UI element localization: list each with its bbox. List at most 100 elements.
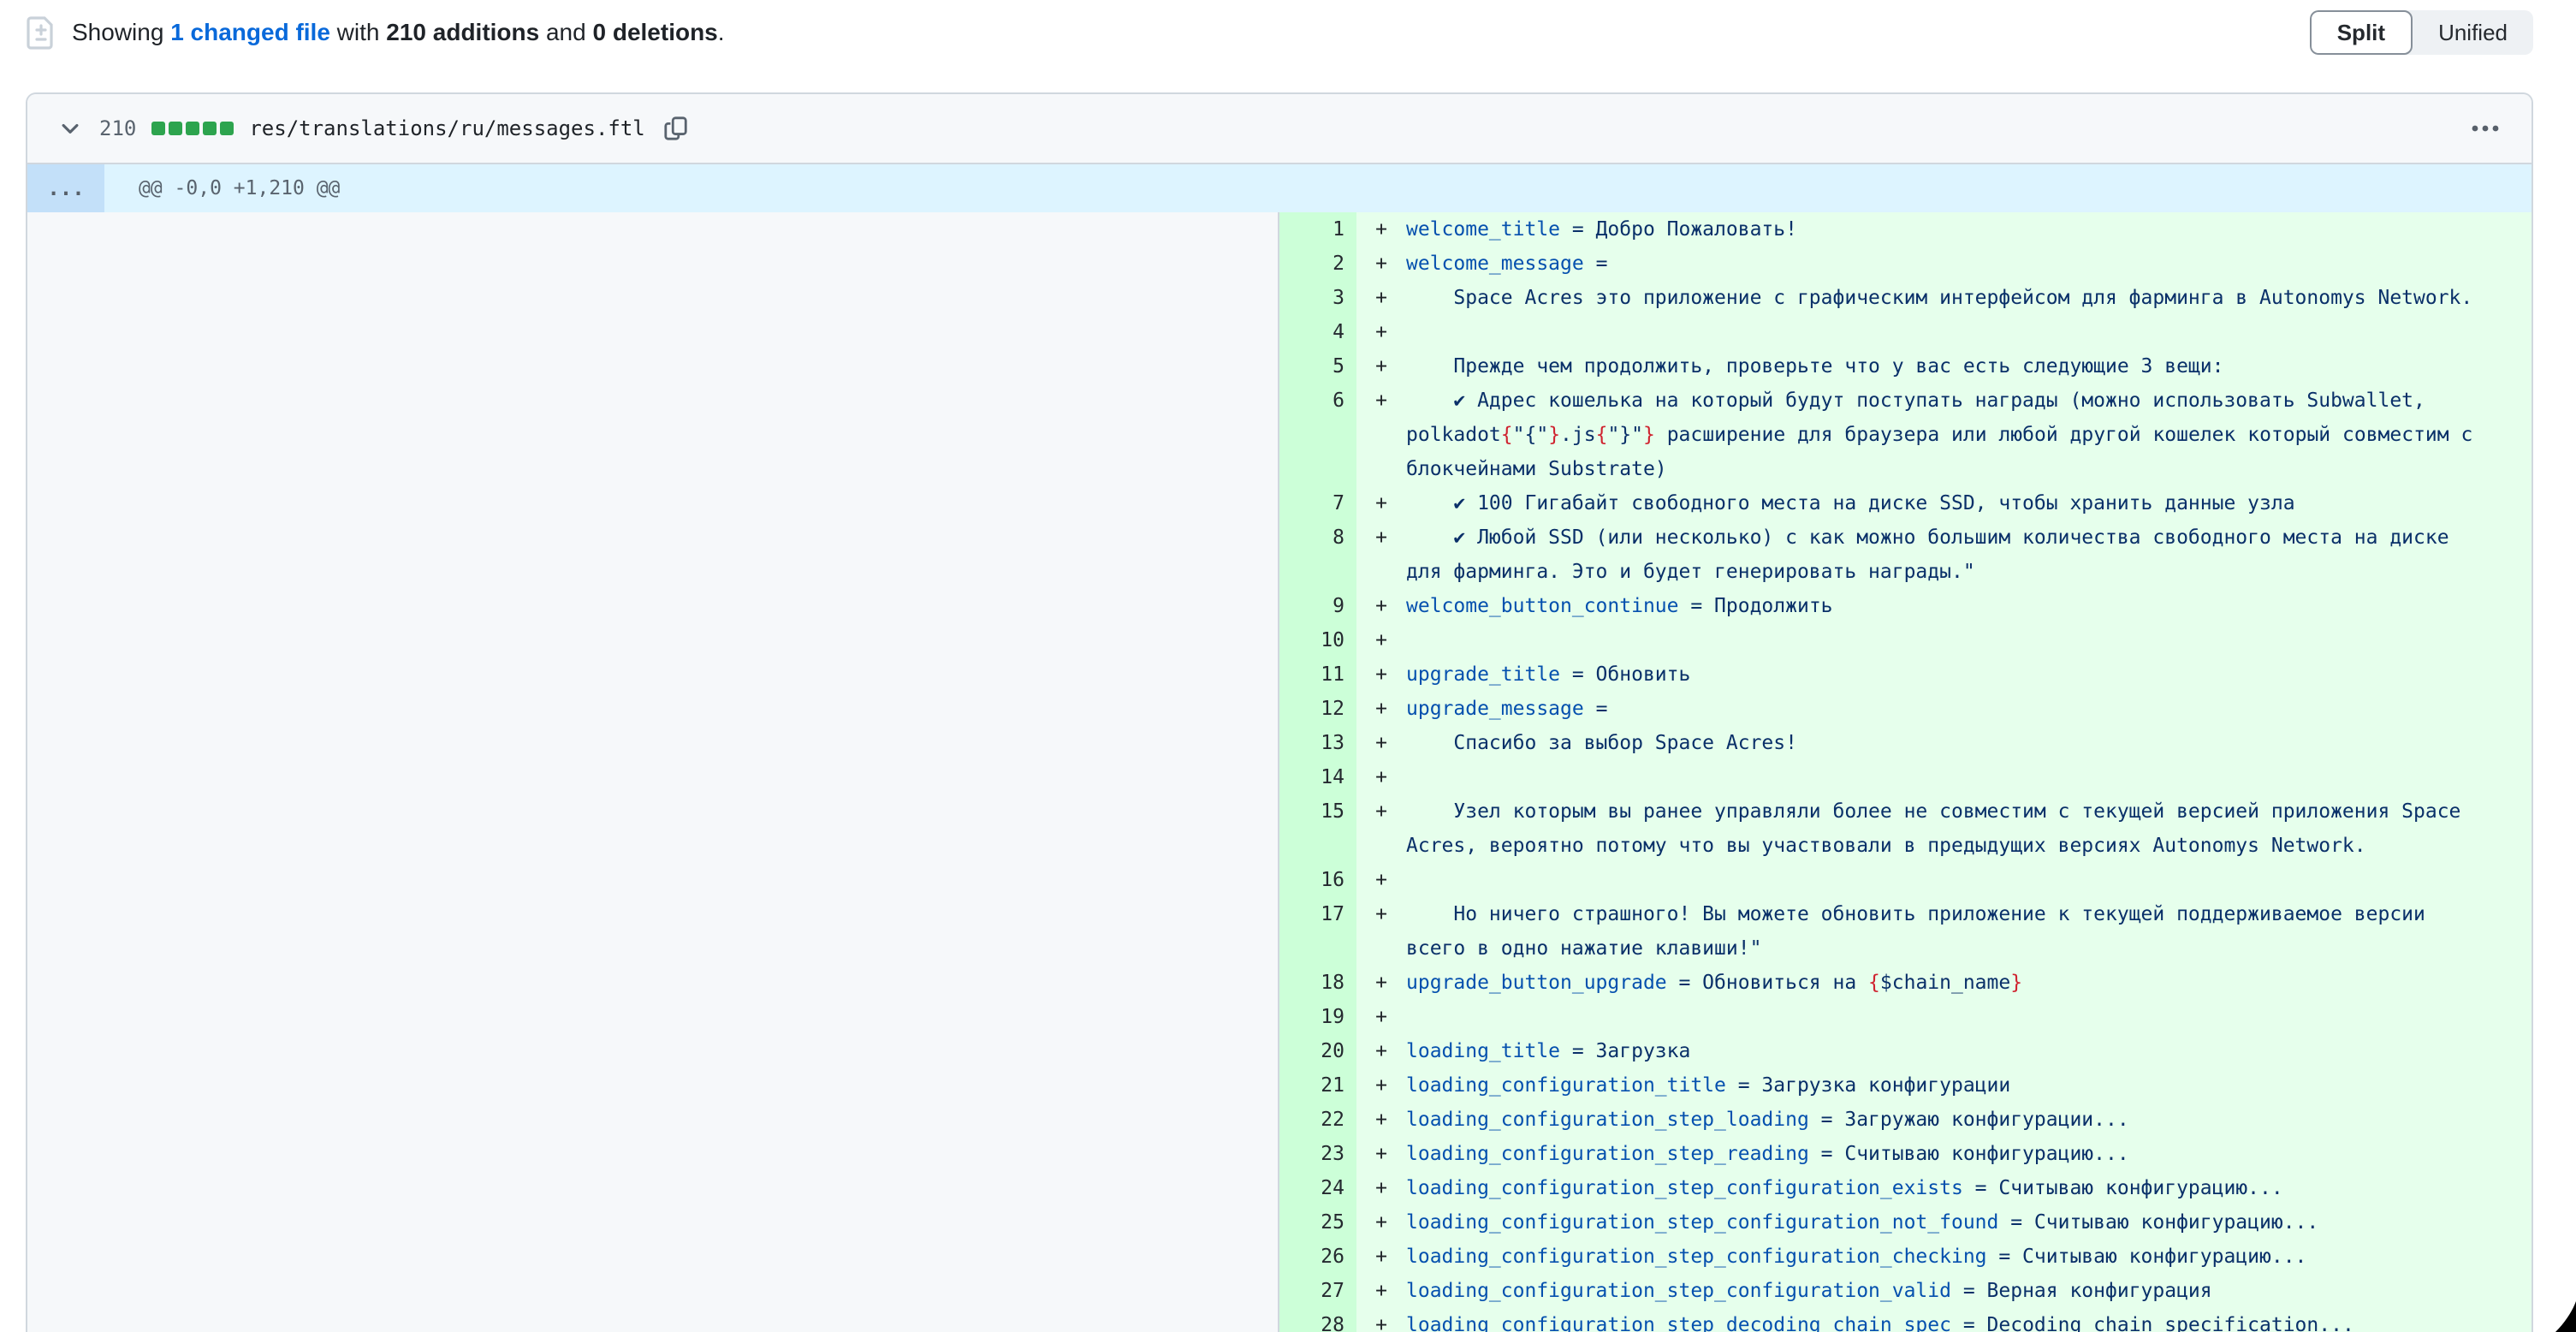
diff-line-row: 11+upgrade_title = Обновить bbox=[1279, 657, 2531, 692]
code-cell: + bbox=[1356, 760, 2531, 794]
line-number[interactable]: 28 bbox=[1279, 1308, 1356, 1332]
line-number[interactable]: 25 bbox=[1279, 1205, 1356, 1240]
addition-marker: + bbox=[1356, 863, 1406, 897]
code-cell: + Но ничего страшного! Вы можете обновит… bbox=[1356, 897, 2531, 966]
line-number[interactable]: 13 bbox=[1279, 726, 1356, 760]
code-cell: +upgrade_button_upgrade = Обновиться на … bbox=[1356, 966, 2531, 1000]
addition-marker: + bbox=[1356, 1205, 1406, 1240]
collapse-file-button[interactable] bbox=[53, 111, 87, 146]
diffstat bbox=[151, 122, 234, 135]
file-diff-card: 210 res/translations/ru/messages.ftl ... bbox=[26, 92, 2533, 1332]
line-number[interactable]: 10 bbox=[1279, 623, 1356, 657]
diffstat-square bbox=[151, 122, 165, 135]
diff-line-row: 19+ bbox=[1279, 1000, 2531, 1034]
ftl-brace: } bbox=[1548, 424, 1560, 446]
ftl-text: = bbox=[1584, 253, 1608, 275]
addition-marker: + bbox=[1356, 1103, 1406, 1137]
line-number[interactable]: 8 bbox=[1279, 520, 1356, 589]
line-number[interactable]: 4 bbox=[1279, 315, 1356, 349]
ftl-text: Но ничего страшного! Вы можете обновить … bbox=[1406, 903, 2437, 960]
diff-body: 1+welcome_title = Добро Пожаловать!2+wel… bbox=[27, 212, 2531, 1332]
line-number[interactable]: 5 bbox=[1279, 349, 1356, 384]
line-number[interactable]: 26 bbox=[1279, 1240, 1356, 1274]
unified-view-button[interactable]: Unified bbox=[2413, 10, 2533, 55]
chevron-down-icon bbox=[58, 116, 82, 140]
line-number[interactable]: 23 bbox=[1279, 1137, 1356, 1171]
addition-marker: + bbox=[1356, 1034, 1406, 1068]
code-text: Но ничего страшного! Вы можете обновить … bbox=[1406, 897, 2490, 966]
addition-marker: + bbox=[1356, 1308, 1406, 1332]
line-number[interactable]: 15 bbox=[1279, 794, 1356, 863]
ftl-brace: { bbox=[1596, 424, 1608, 446]
code-text: ✔ Любой SSD (или несколько) с как можно … bbox=[1406, 520, 2490, 589]
summary-bar: Showing 1 changed file with 210 addition… bbox=[26, 0, 2533, 65]
code-cell: + ✔ Любой SSD (или несколько) с как можн… bbox=[1356, 520, 2531, 589]
additions-count-text: 210 additions bbox=[386, 19, 539, 45]
diff-line-row: 3+ Space Acres это приложение с графичес… bbox=[1279, 281, 2531, 315]
ftl-text: = Обновиться на bbox=[1667, 972, 1868, 994]
ftl-brace: } bbox=[1643, 424, 1655, 446]
code-text: Space Acres это приложение с графическим… bbox=[1406, 281, 2490, 315]
diff-view-toggle: Split Unified bbox=[2310, 10, 2533, 55]
changed-file-link[interactable]: 1 changed file bbox=[170, 19, 330, 45]
line-number[interactable]: 19 bbox=[1279, 1000, 1356, 1034]
line-number[interactable]: 6 bbox=[1279, 384, 1356, 486]
deletions-count-text: 0 deletions bbox=[592, 19, 717, 45]
code-cell: + bbox=[1356, 863, 2531, 897]
kebab-horizontal-icon bbox=[2471, 123, 2500, 134]
line-number[interactable]: 24 bbox=[1279, 1171, 1356, 1205]
expand-hunk-button[interactable]: ... bbox=[27, 164, 104, 212]
line-number[interactable]: 14 bbox=[1279, 760, 1356, 794]
file-additions-count: 210 bbox=[99, 116, 136, 140]
diff-panel-left-empty bbox=[27, 212, 1279, 1332]
ftl-text: = Загрузка конфигурации bbox=[1726, 1074, 2010, 1097]
line-number[interactable]: 17 bbox=[1279, 897, 1356, 966]
code-cell: +loading_title = Загрузка bbox=[1356, 1034, 2531, 1068]
ftl-key: loading_configuration_step_configuration… bbox=[1406, 1177, 1963, 1199]
ftl-text: "{" bbox=[1513, 424, 1549, 446]
ftl-key: upgrade_title bbox=[1406, 663, 1560, 686]
addition-marker: + bbox=[1356, 1274, 1406, 1308]
diff-line-row: 13+ Спасибо за выбор Space Acres! bbox=[1279, 726, 2531, 760]
hunk-header-row: ... @@ -0,0 +1,210 @@ bbox=[27, 164, 2531, 212]
line-number[interactable]: 27 bbox=[1279, 1274, 1356, 1308]
addition-marker: + bbox=[1356, 692, 1406, 726]
ftl-key: loading_configuration_step_configuration… bbox=[1406, 1280, 1951, 1302]
line-number[interactable]: 16 bbox=[1279, 863, 1356, 897]
diff-line-row: 9+welcome_button_continue = Продолжить bbox=[1279, 589, 2531, 623]
line-number[interactable]: 1 bbox=[1279, 212, 1356, 247]
line-number[interactable]: 22 bbox=[1279, 1103, 1356, 1137]
ftl-text: = Верная конфигурация bbox=[1951, 1280, 2212, 1302]
ftl-text: Спасибо за выбор Space Acres! bbox=[1406, 732, 1797, 754]
diff-line-row: 28+loading_configuration_step_decoding_c… bbox=[1279, 1308, 2531, 1332]
copy-path-button[interactable] bbox=[659, 111, 693, 146]
file-name: res/translations/ru/messages.ftl bbox=[249, 116, 644, 140]
hunk-header-text: @@ -0,0 +1,210 @@ bbox=[104, 164, 340, 212]
line-number[interactable]: 11 bbox=[1279, 657, 1356, 692]
diff-line-row: 16+ bbox=[1279, 863, 2531, 897]
diffstat-square bbox=[220, 122, 234, 135]
split-view-button[interactable]: Split bbox=[2310, 10, 2413, 55]
diff-line-row: 4+ bbox=[1279, 315, 2531, 349]
addition-marker: + bbox=[1356, 657, 1406, 692]
addition-marker: + bbox=[1356, 623, 1406, 657]
diff-line-row: 23+loading_configuration_step_reading = … bbox=[1279, 1137, 2531, 1171]
line-number[interactable]: 20 bbox=[1279, 1034, 1356, 1068]
line-number[interactable]: 2 bbox=[1279, 247, 1356, 281]
line-number[interactable]: 7 bbox=[1279, 486, 1356, 520]
line-number[interactable]: 12 bbox=[1279, 692, 1356, 726]
diff-line-row: 21+loading_configuration_title = Загрузк… bbox=[1279, 1068, 2531, 1103]
line-number[interactable]: 18 bbox=[1279, 966, 1356, 1000]
ftl-text: ✔ Любой SSD (или несколько) с как можно … bbox=[1406, 526, 2460, 583]
ftl-key: loading_configuration_step_loading bbox=[1406, 1109, 1809, 1131]
line-number[interactable]: 9 bbox=[1279, 589, 1356, 623]
addition-marker: + bbox=[1356, 486, 1406, 520]
diffstat-square bbox=[169, 122, 182, 135]
ftl-text: Узел которым вы ранее управляли более не… bbox=[1406, 800, 2472, 857]
code-text: loading_configuration_title = Загрузка к… bbox=[1406, 1068, 2490, 1103]
addition-marker: + bbox=[1356, 281, 1406, 315]
line-number[interactable]: 21 bbox=[1279, 1068, 1356, 1103]
line-number[interactable]: 3 bbox=[1279, 281, 1356, 315]
file-options-button[interactable] bbox=[2465, 111, 2506, 146]
ftl-text: = bbox=[1584, 698, 1608, 720]
